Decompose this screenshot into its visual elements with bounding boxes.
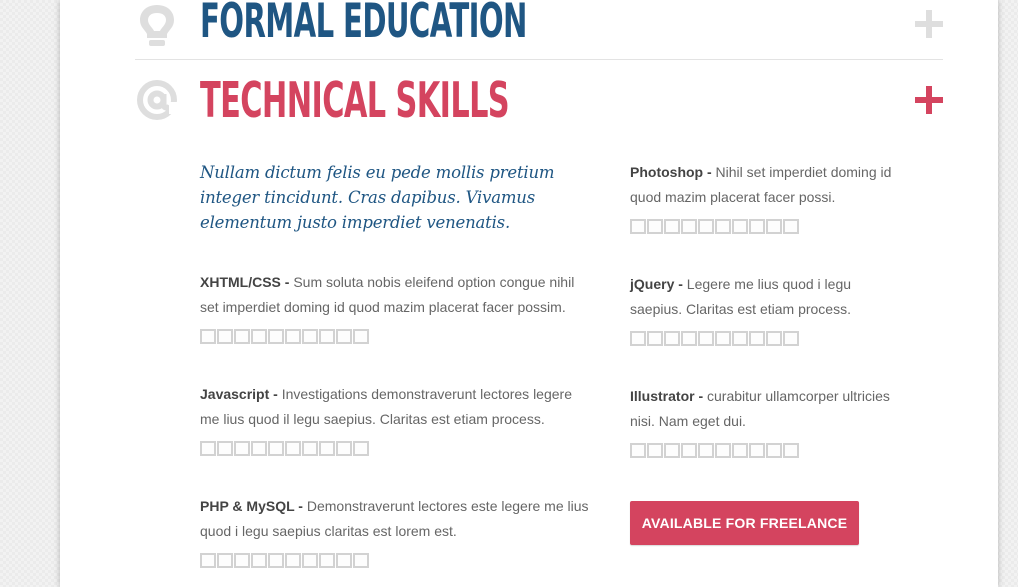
skill-rating <box>630 443 900 458</box>
rating-box <box>336 553 352 568</box>
rating-box <box>200 553 216 568</box>
rating-box <box>251 553 267 568</box>
rating-box <box>302 329 318 344</box>
rating-box <box>319 553 335 568</box>
section-formal-education[interactable]: Formal Education <box>135 0 943 60</box>
rating-box <box>319 441 335 456</box>
rating-box <box>353 441 369 456</box>
skill-name: PHP & MySQL - <box>200 498 303 514</box>
rating-box <box>336 329 352 344</box>
skill-name: XHTML/CSS - <box>200 274 290 290</box>
skill-item: jQuery - Legere me lius quod i legu saep… <box>630 272 900 346</box>
rating-box <box>200 329 216 344</box>
rating-box <box>647 219 663 234</box>
rating-box <box>217 553 233 568</box>
rating-box <box>200 441 216 456</box>
skill-rating <box>630 331 900 346</box>
rating-box <box>630 443 646 458</box>
skill-item: Photoshop - Nihil set imperdiet doming i… <box>630 160 900 234</box>
rating-box <box>319 329 335 344</box>
rating-box <box>234 441 250 456</box>
rating-box <box>285 553 301 568</box>
rating-box <box>783 219 799 234</box>
rating-box <box>681 331 697 346</box>
rating-box <box>630 331 646 346</box>
rating-box <box>749 443 765 458</box>
rating-box <box>698 331 714 346</box>
rating-box <box>217 441 233 456</box>
rating-box <box>681 219 697 234</box>
rating-box <box>749 219 765 234</box>
rating-box <box>749 331 765 346</box>
rating-box <box>353 553 369 568</box>
rating-box <box>715 219 731 234</box>
rating-box <box>251 441 267 456</box>
rating-box <box>302 553 318 568</box>
rating-box <box>732 219 748 234</box>
skill-item: XHTML/CSS - Sum soluta nobis eleifend op… <box>200 270 590 344</box>
skill-rating <box>630 219 900 234</box>
rating-box <box>698 443 714 458</box>
rating-box <box>268 441 284 456</box>
rating-box <box>766 219 782 234</box>
skill-rating <box>200 329 590 344</box>
rating-box <box>251 329 267 344</box>
expand-technical-plus-icon[interactable] <box>915 86 943 114</box>
rating-box <box>664 219 680 234</box>
resume-card: Formal Education Technical Skills Nullam… <box>60 0 998 587</box>
skill-item: Javascript - Investigations demonstraver… <box>200 382 590 456</box>
rating-box <box>234 553 250 568</box>
rating-box <box>336 441 352 456</box>
skill-rating <box>200 441 590 456</box>
rating-box <box>715 443 731 458</box>
at-sign-icon <box>135 78 179 127</box>
rating-box <box>766 443 782 458</box>
rating-box <box>630 219 646 234</box>
rating-box <box>715 331 731 346</box>
rating-box <box>783 443 799 458</box>
rating-box <box>268 553 284 568</box>
rating-box <box>664 331 680 346</box>
rating-box <box>766 331 782 346</box>
rating-box <box>268 329 284 344</box>
rating-box <box>234 329 250 344</box>
rating-box <box>285 441 301 456</box>
skill-item: PHP & MySQL - Demonstraverunt lectores e… <box>200 494 590 568</box>
rating-box <box>285 329 301 344</box>
rating-box <box>647 331 663 346</box>
skill-name: jQuery - <box>630 276 683 292</box>
lightbulb-icon <box>135 2 179 53</box>
rating-box <box>681 443 697 458</box>
skill-item: Illustrator - curabitur ullamcorper ultr… <box>630 384 900 458</box>
rating-box <box>732 443 748 458</box>
skill-rating <box>200 553 590 568</box>
skill-name: Photoshop - <box>630 164 712 180</box>
section-technical-skills[interactable]: Technical Skills <box>135 60 943 140</box>
section-title-education: Formal Education <box>200 0 527 49</box>
rating-box <box>647 443 663 458</box>
rating-box <box>217 329 233 344</box>
rating-box <box>353 329 369 344</box>
skills-intro: Nullam dictum felis eu pede mollis preti… <box>200 163 555 232</box>
rating-box <box>302 441 318 456</box>
expand-education-plus-icon[interactable] <box>915 10 943 38</box>
available-for-freelance-button[interactable]: Available for Freelance <box>630 501 859 545</box>
section-title-technical: Technical Skills <box>200 72 510 129</box>
rating-box <box>664 443 680 458</box>
rating-box <box>732 331 748 346</box>
skill-name: Illustrator - <box>630 388 704 404</box>
rating-box <box>698 219 714 234</box>
rating-box <box>783 331 799 346</box>
skill-name: Javascript - <box>200 386 278 402</box>
